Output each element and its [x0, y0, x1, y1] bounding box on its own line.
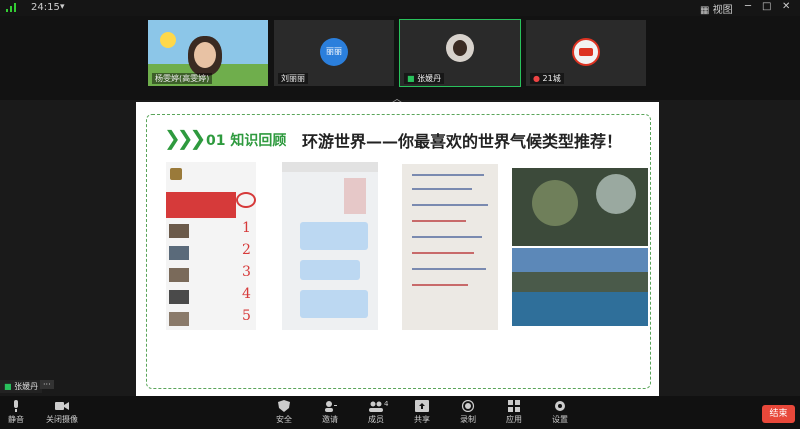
record-icon	[461, 400, 475, 412]
participant-tile-active[interactable]: ■ 张媛丹	[399, 19, 521, 87]
slide-section-badge: 01 知识回顾	[206, 133, 287, 149]
video-thumb	[169, 246, 189, 260]
invite-button[interactable]: 邀请	[310, 400, 350, 425]
toolbar-label: 安全	[276, 415, 292, 424]
settings-button[interactable]: 设置	[540, 400, 580, 425]
grid-icon: ▦	[700, 5, 713, 16]
screen-share-icon: ■	[407, 74, 418, 83]
shared-screen: ❯❯❯ 01 知识回顾 环游世界——你最喜欢的世界气候类型推荐！ 1 2 3 4…	[136, 102, 659, 396]
foliage-shape	[596, 174, 636, 214]
view-label: 视图	[712, 5, 733, 16]
avatar-hair	[453, 40, 467, 56]
screen-share-icon: ■	[4, 382, 15, 391]
members-count: 4	[384, 400, 389, 408]
handwritten-number: 3	[242, 264, 251, 280]
avatar: 丽丽	[320, 38, 348, 66]
image-message	[344, 178, 366, 214]
video-thumb	[169, 312, 189, 326]
note-line	[412, 188, 472, 190]
participant-strip: 杨雯婷(高雯婷) 丽丽 刘丽丽 ■ 张媛丹 ● 21城	[0, 16, 800, 100]
shield-icon	[278, 400, 290, 412]
chat-bubble	[300, 260, 360, 280]
note-line	[412, 220, 466, 222]
chat-screenshot-2	[282, 162, 378, 330]
video-thumb	[169, 224, 189, 238]
lake	[512, 292, 648, 326]
avatar	[170, 168, 182, 180]
share-icon	[415, 400, 429, 412]
invite-icon	[325, 401, 337, 412]
apps-icon	[508, 400, 520, 412]
toolbar-label: 设置	[552, 415, 568, 424]
video-frame-1	[512, 168, 648, 246]
status-bar: 24:15 ▾ ▦ 视图 ─ □ ✕	[0, 0, 800, 16]
toolbar-label: 邀请	[322, 415, 338, 424]
participant-name: 杨雯婷(高雯婷)	[152, 73, 213, 84]
members-icon	[369, 401, 383, 412]
record-button[interactable]: 录制	[448, 400, 488, 425]
view-button[interactable]: ▦ 视图	[700, 1, 733, 16]
handwritten-number: 4	[242, 286, 251, 302]
chat-header	[282, 162, 378, 172]
sun-icon	[160, 32, 176, 48]
note-line	[412, 236, 482, 238]
members-button[interactable]: 成员 4	[356, 400, 396, 425]
security-button[interactable]: 安全	[264, 400, 304, 425]
mic-muted-icon: ●	[533, 74, 543, 83]
participant-tile[interactable]: 杨雯婷(高雯婷)	[148, 20, 268, 86]
participant-name: 刘丽丽	[278, 73, 308, 84]
note-line	[412, 252, 474, 254]
gear-icon	[555, 401, 565, 411]
notebook-photo	[402, 164, 498, 330]
handwritten-number: 2	[242, 242, 251, 258]
note-line	[412, 174, 484, 176]
logo-icon	[579, 48, 593, 56]
participant-name: ■ 张媛丹	[404, 73, 445, 84]
participant-tile[interactable]: 丽丽 刘丽丽	[274, 20, 394, 86]
handwritten-number: 5	[242, 308, 251, 324]
camera-icon	[55, 402, 69, 410]
self-view-label: ■ 张媛丹	[0, 380, 43, 393]
chat-bubble	[300, 222, 368, 250]
chevrons-icon: ❯❯❯	[164, 126, 206, 150]
toolbar-label: 关闭摄像	[46, 415, 78, 424]
toolbar-label: 录制	[460, 415, 476, 424]
chat-bubble	[300, 290, 368, 318]
more-options-button[interactable]: ···	[40, 380, 54, 389]
share-button[interactable]: 共享	[402, 400, 442, 425]
note-line	[412, 204, 488, 206]
maximize-icon[interactable]: □	[762, 1, 771, 12]
participant-name: ● 21城	[530, 73, 564, 84]
handwritten-number: 1	[242, 220, 251, 236]
participant-tile[interactable]: ● 21城	[526, 20, 646, 86]
video-thumb	[169, 268, 189, 282]
video-thumb	[169, 290, 189, 304]
camera-button[interactable]: 关闭摄像	[40, 400, 84, 425]
mountains	[512, 272, 648, 292]
highlighted-message	[166, 192, 236, 218]
note-line	[412, 268, 486, 270]
video-frame-2	[512, 248, 648, 326]
slide-title: 环游世界——你最喜欢的世界气候类型推荐！	[302, 132, 623, 151]
chat-screenshot-1: 1 2 3 4 5	[166, 162, 256, 330]
face-video	[194, 42, 216, 68]
note-line	[412, 284, 468, 286]
signal-icon	[6, 3, 16, 12]
mute-button[interactable]: 静音	[0, 400, 36, 425]
chevron-down-icon[interactable]: ▾	[60, 2, 65, 12]
close-icon[interactable]: ✕	[782, 1, 790, 12]
toolbar-label: 应用	[506, 415, 522, 424]
minimize-icon[interactable]: ─	[745, 1, 751, 12]
meeting-timer: 24:15	[31, 2, 60, 13]
toolbar-label: 静音	[8, 415, 24, 424]
foliage-shape	[532, 180, 578, 226]
toolbar-label: 共享	[414, 415, 430, 424]
end-meeting-button[interactable]: 结束	[762, 405, 795, 423]
toolbar-label: 成员	[368, 415, 384, 424]
meeting-toolbar: 静音 关闭摄像 安全 邀请 成员 4 共享 录制 应用 设置	[0, 396, 800, 429]
mic-icon	[14, 400, 18, 412]
apps-button[interactable]: 应用	[494, 400, 534, 425]
handwritten-circle	[236, 192, 256, 208]
